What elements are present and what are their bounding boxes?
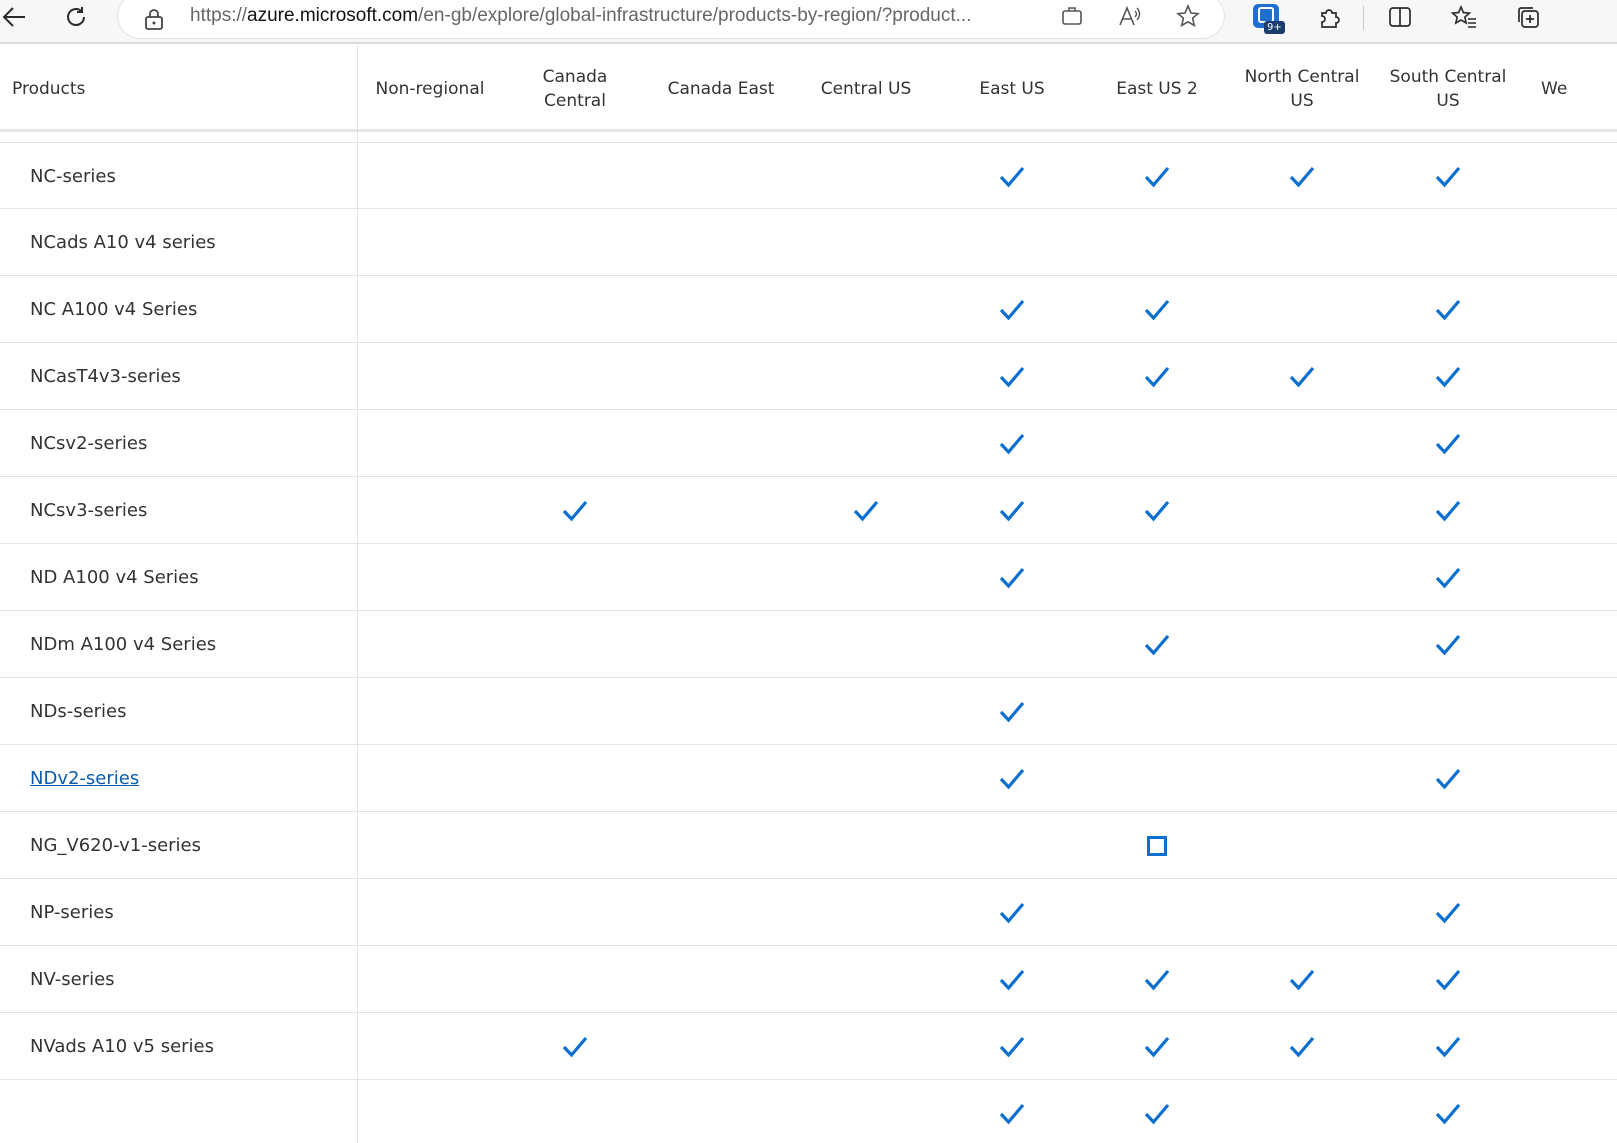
table-row: NC A100 v4 Series xyxy=(0,276,1617,343)
region-column-header: Canada East xyxy=(667,79,775,99)
table-header: Products Non-regional Canada Central Canad… xyxy=(0,46,1617,132)
table-row: NCads A10 v4 series xyxy=(0,209,1617,276)
extension-badge-count: 9+ xyxy=(1264,21,1285,34)
available-check-icon xyxy=(1127,1013,1187,1080)
product-name: NDs-series xyxy=(30,701,127,722)
table-row: NP-series xyxy=(0,879,1617,946)
available-check-icon xyxy=(1272,946,1332,1013)
available-check-icon xyxy=(1418,477,1478,544)
product-name: ND A100 v4 Series xyxy=(30,567,199,588)
available-check-icon xyxy=(982,1013,1042,1080)
available-check-icon xyxy=(1418,879,1478,946)
available-check-icon xyxy=(982,410,1042,477)
available-check-icon xyxy=(1418,611,1478,678)
product-name: NP-series xyxy=(30,902,114,923)
available-check-icon xyxy=(1418,946,1478,1013)
region-column-header: Canada Central xyxy=(542,67,608,111)
available-check-icon xyxy=(982,544,1042,611)
region-column-header: Central US xyxy=(820,79,912,99)
available-check-icon xyxy=(545,477,605,544)
available-check-icon xyxy=(1127,946,1187,1013)
product-name: NV-series xyxy=(30,969,115,990)
product-name: NDm A100 v4 Series xyxy=(30,634,217,655)
region-column-header: East US 2 xyxy=(1116,79,1198,99)
available-check-icon xyxy=(982,343,1042,410)
available-check-icon xyxy=(545,1013,605,1080)
refresh-icon[interactable] xyxy=(56,0,96,34)
available-check-icon xyxy=(1127,477,1187,544)
available-check-icon xyxy=(836,477,896,544)
available-check-icon xyxy=(982,276,1042,343)
table-row: NDm A100 v4 Series xyxy=(0,611,1617,678)
region-column-header: East US xyxy=(979,79,1045,99)
address-bar[interactable]: https://azure.microsoft.com/en-gb/explor… xyxy=(118,0,1224,38)
available-check-icon xyxy=(1127,143,1187,210)
available-check-icon xyxy=(1418,276,1478,343)
product-name: NC-series xyxy=(30,166,116,187)
extensions-puzzle-icon[interactable] xyxy=(1310,0,1350,34)
read-aloud-icon[interactable] xyxy=(1116,2,1144,30)
table-row: NCsv2-series xyxy=(0,410,1617,477)
product-name: NCads A10 v4 series xyxy=(30,232,216,253)
table-row: NG_V620-v1-series xyxy=(0,812,1617,879)
favorites-icon[interactable] xyxy=(1444,0,1484,34)
available-check-icon xyxy=(982,946,1042,1013)
available-check-icon xyxy=(1127,1080,1187,1143)
collections-icon[interactable] xyxy=(1508,0,1548,34)
table-row: NDs-series xyxy=(0,678,1617,745)
available-check-icon xyxy=(982,879,1042,946)
product-name: NCsv2-series xyxy=(30,433,148,454)
available-check-icon xyxy=(1127,611,1187,678)
products-by-region-table: Products Non-regional Canada Central Canad… xyxy=(0,46,1617,1143)
product-name-link[interactable]: NDv2-series xyxy=(30,768,139,789)
available-check-icon xyxy=(1127,343,1187,410)
region-column-header: South Central US xyxy=(1389,67,1507,111)
browser-toolbar: https://azure.microsoft.com/en-gb/explor… xyxy=(0,0,1617,44)
available-check-icon xyxy=(982,745,1042,812)
region-column-header: North Central US xyxy=(1244,67,1360,111)
product-name: NC A100 v4 Series xyxy=(30,299,198,320)
products-column-header: Products xyxy=(12,79,86,99)
available-check-icon xyxy=(1272,343,1332,410)
available-check-icon xyxy=(982,1080,1042,1143)
lock-icon[interactable] xyxy=(144,8,164,30)
table-row: NV-series xyxy=(0,946,1617,1013)
table-row: NDv2-series xyxy=(0,745,1617,812)
region-column-header: Non-regional xyxy=(375,79,485,99)
available-check-icon xyxy=(1418,410,1478,477)
available-check-icon xyxy=(1418,1080,1478,1143)
product-name: NCsv3-series xyxy=(30,500,148,521)
table-row: NCasT4v3-series xyxy=(0,343,1617,410)
product-name: NG_V620-v1-series xyxy=(30,835,201,856)
toolbar-divider xyxy=(1363,6,1364,30)
product-name: NVads A10 v5 series xyxy=(30,1036,215,1057)
available-check-icon xyxy=(1418,544,1478,611)
product-name-cell: NDv2-series xyxy=(30,745,139,812)
split-screen-icon[interactable] xyxy=(1380,0,1420,34)
product-name: NCasT4v3-series xyxy=(30,366,181,387)
available-check-icon xyxy=(1418,1013,1478,1080)
available-check-icon xyxy=(1418,745,1478,812)
available-check-icon xyxy=(1418,343,1478,410)
favorite-star-icon[interactable] xyxy=(1174,2,1202,30)
table-row: ND A100 v4 Series xyxy=(0,544,1617,611)
available-check-icon xyxy=(1418,143,1478,210)
table-row: NC-series xyxy=(0,142,1617,209)
available-check-icon xyxy=(1127,276,1187,343)
available-check-icon xyxy=(1272,1013,1332,1080)
available-check-icon xyxy=(982,678,1042,745)
url-text[interactable]: https://azure.microsoft.com/en-gb/explor… xyxy=(190,2,1090,30)
app-available-icon[interactable] xyxy=(1058,2,1086,30)
table-row xyxy=(0,1080,1617,1143)
available-check-icon xyxy=(1272,143,1332,210)
preview-square-icon xyxy=(1127,812,1187,879)
extension-icon[interactable]: 9+ xyxy=(1253,4,1285,34)
table-row: NVads A10 v5 series xyxy=(0,1013,1617,1080)
back-arrow-icon[interactable] xyxy=(0,0,34,34)
table-row: NCsv3-series xyxy=(0,477,1617,544)
available-check-icon xyxy=(982,477,1042,544)
region-column-header: We xyxy=(1541,79,1568,99)
available-check-icon xyxy=(982,143,1042,210)
